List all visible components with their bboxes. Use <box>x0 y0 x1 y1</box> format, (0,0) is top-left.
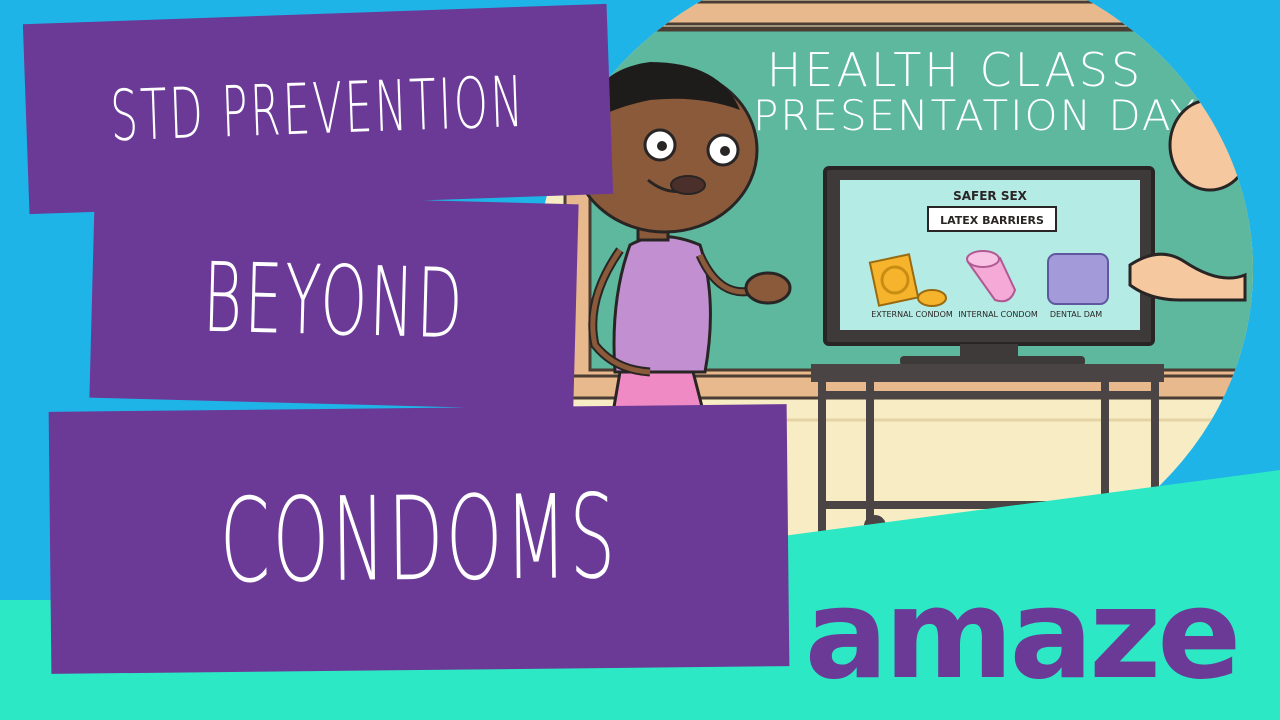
chalkboard-line-1: HEALTH CLASS <box>767 43 1143 97</box>
screen-item-internal-condom: INTERNAL CONDOM <box>958 310 1038 319</box>
title-line-3: CONDOMS <box>219 469 619 609</box>
title-line-2: BEYOND <box>201 241 467 361</box>
thumbnail-stage: HEALTH CLASS PRESENTATION DAY SAFER SEX … <box>0 0 1280 720</box>
chalkboard-line-2: PRESENTATION DAY <box>753 91 1197 140</box>
title-line-1: STD PREVENTION <box>109 60 527 158</box>
title-banner-line-1: STD PREVENTION <box>22 3 614 215</box>
title-banner-line-3: CONDOMS <box>48 404 790 674</box>
title-banner-line-2: BEYOND <box>89 191 579 411</box>
amaze-logo: amaze <box>804 563 1242 707</box>
screen-item-external-condom: EXTERNAL CONDOM <box>871 310 953 319</box>
screen-item-dental-dam: DENTAL DAM <box>1050 310 1102 319</box>
screen-subheading: LATEX BARRIERS <box>940 214 1044 227</box>
screen-heading: SAFER SEX <box>953 189 1028 203</box>
dental-dam-icon <box>1047 253 1109 305</box>
